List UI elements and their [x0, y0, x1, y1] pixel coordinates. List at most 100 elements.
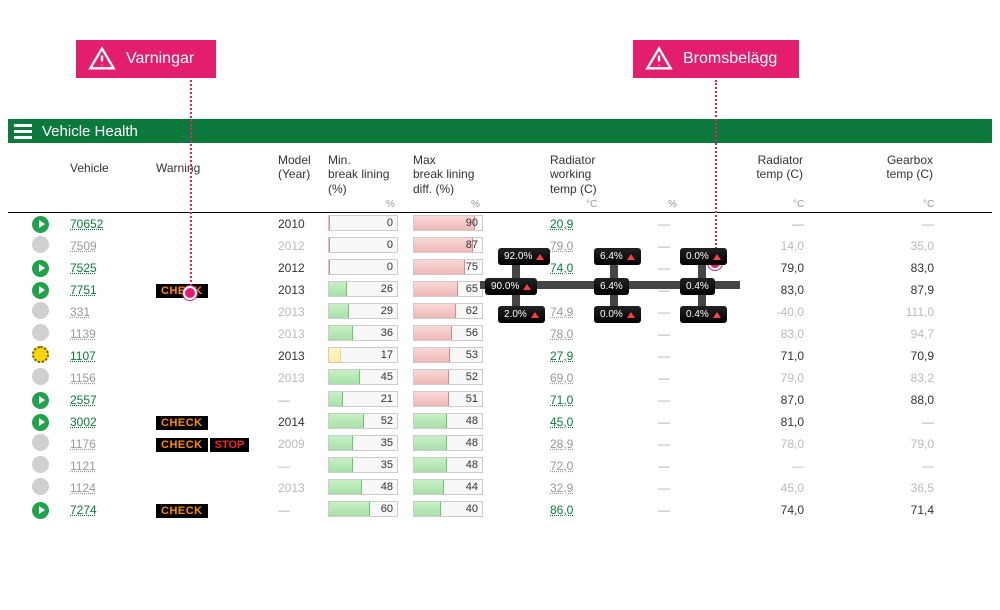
model-year: 2013	[278, 305, 305, 319]
max-brake-bar: 75	[413, 259, 483, 278]
model-year: 2012	[278, 261, 305, 275]
col-gearbox[interactable]: Gearbox temp (C)	[873, 153, 933, 182]
radiator-temp: 71,0	[768, 349, 804, 363]
radiator-working-temp[interactable]: 20,9	[550, 217, 573, 231]
radiator-pct: —	[658, 437, 670, 451]
menu-button[interactable]	[8, 119, 38, 143]
vehicle-link[interactable]: 3002	[70, 415, 97, 429]
unit-pct: %	[668, 199, 677, 210]
table-row[interactable]: 11392013365678,0—83,094,7	[8, 323, 992, 345]
model-year: —	[278, 459, 290, 473]
play-icon	[32, 302, 49, 319]
status-indicator[interactable]	[32, 456, 49, 476]
play-icon	[32, 502, 49, 519]
model-year: 2009	[278, 437, 305, 451]
model-year: —	[278, 503, 290, 517]
status-indicator[interactable]	[32, 478, 49, 498]
radiator-working-temp: 79,0	[550, 239, 573, 253]
gearbox-temp: 94,7	[898, 327, 934, 341]
status-indicator[interactable]	[32, 282, 49, 299]
col-rad-temp[interactable]: Radiator temp (C)	[743, 153, 803, 182]
radiator-pct: —	[658, 371, 670, 385]
col-model[interactable]: Model (Year)	[278, 153, 311, 182]
radiator-temp: 78,0	[768, 437, 804, 451]
radiator-working-temp: 72,0	[550, 459, 573, 473]
status-indicator[interactable]	[32, 260, 49, 277]
warning-cell: CHECKSTOP	[156, 437, 249, 452]
gearbox-temp: 35,0	[898, 239, 934, 253]
status-indicator[interactable]	[32, 324, 49, 344]
vehicle-link[interactable]: 1176	[70, 437, 96, 451]
radiator-pct: —	[658, 481, 670, 495]
callout-brakes: Bromsbelägg	[633, 40, 799, 78]
stop-badge: STOP	[210, 438, 250, 452]
model-year: 2013	[278, 481, 305, 495]
col-vehicle[interactable]: Vehicle	[70, 161, 109, 175]
callout-brakes-label: Bromsbelägg	[683, 50, 777, 67]
wheel-badge: 6.4%	[594, 278, 629, 295]
radiator-working-temp: 78,0	[550, 327, 573, 341]
radiator-pct: —	[658, 217, 670, 231]
callout-warnings: Varningar	[76, 40, 216, 78]
radiator-working-temp[interactable]: 27,9	[550, 349, 573, 363]
gearbox-temp: 83,2	[898, 371, 934, 385]
vehicle-link[interactable]: 1107	[70, 349, 96, 363]
col-min[interactable]: Min. break lining (%)	[328, 153, 389, 196]
min-brake-bar: 17	[328, 347, 398, 366]
vehicle-link[interactable]: 7751	[70, 283, 97, 297]
check-badge: CHECK	[156, 416, 208, 430]
table-row[interactable]: 7274CHECK—604086,0—74,071,4	[8, 499, 992, 521]
radiator-working-temp[interactable]: 86,0	[550, 503, 573, 517]
vehicle-link[interactable]: 7525	[70, 261, 97, 275]
vehicle-link[interactable]: 7509	[70, 239, 97, 253]
wheel-badge: 0.0%	[594, 306, 641, 323]
table-row[interactable]: 1121—354872,0———	[8, 455, 992, 477]
min-brake-bar: 0	[328, 237, 398, 256]
vehicle-link[interactable]: 1121	[70, 459, 96, 473]
radiator-working-temp[interactable]: 45,0	[550, 415, 573, 429]
vehicle-link[interactable]: 7274	[70, 503, 97, 517]
radiator-pct: —	[658, 459, 670, 473]
status-indicator[interactable]	[32, 434, 49, 454]
model-year: 2014	[278, 415, 305, 429]
gearbox-temp: 36,5	[898, 481, 934, 495]
col-warning[interactable]: Warning	[156, 161, 200, 175]
play-icon	[32, 324, 49, 341]
callout-line	[190, 80, 192, 290]
play-icon	[32, 478, 49, 495]
status-indicator[interactable]	[32, 368, 49, 388]
vehicle-link[interactable]: 1156	[70, 371, 96, 385]
col-max[interactable]: Max break lining diff. (%)	[413, 153, 474, 196]
radiator-working-temp[interactable]: 71,0	[550, 393, 573, 407]
status-indicator[interactable]	[32, 392, 49, 409]
vehicle-link[interactable]: 1124	[70, 481, 96, 495]
min-brake-bar: 21	[328, 391, 398, 410]
status-indicator[interactable]	[32, 216, 49, 233]
check-badge: CHECK	[156, 504, 208, 518]
vehicle-link[interactable]: 70652	[70, 217, 103, 231]
table-row[interactable]: 2557—215171,0—87,088,0	[8, 389, 992, 411]
status-indicator[interactable]	[32, 236, 49, 256]
table-row[interactable]: 11562013455269,0—79,083,2	[8, 367, 992, 389]
table-row[interactable]: 3002CHECK2014524845,0—81,0—	[8, 411, 992, 433]
vehicle-link[interactable]: 2557	[70, 393, 97, 407]
gearbox-temp: 71,4	[898, 503, 934, 517]
vehicle-link[interactable]: 1139	[70, 327, 96, 341]
status-indicator[interactable]	[32, 346, 49, 366]
status-indicator[interactable]	[32, 302, 49, 322]
gearbox-temp: 70,9	[898, 349, 934, 363]
min-brake-bar: 36	[328, 325, 398, 344]
table-row[interactable]: 70652201009020,9———	[8, 213, 992, 235]
col-rad-work[interactable]: Radiator working temp (C)	[550, 153, 597, 196]
status-indicator[interactable]	[32, 502, 49, 519]
table-row[interactable]: 1176CHECKSTOP2009354828,9—78,079,0	[8, 433, 992, 455]
vehicle-link[interactable]: 331	[70, 305, 90, 319]
table-row[interactable]: 11072013175327,9—71,070,9	[8, 345, 992, 367]
max-brake-bar: 56	[413, 325, 483, 344]
min-brake-bar: 26	[328, 281, 398, 300]
status-indicator[interactable]	[32, 414, 49, 431]
radiator-working-temp[interactable]: 74,0	[550, 261, 573, 275]
wheel-badge: 90.0%	[485, 278, 537, 295]
table-row[interactable]: 11242013484432,9—45,036,5	[8, 477, 992, 499]
min-brake-bar: 52	[328, 413, 398, 432]
